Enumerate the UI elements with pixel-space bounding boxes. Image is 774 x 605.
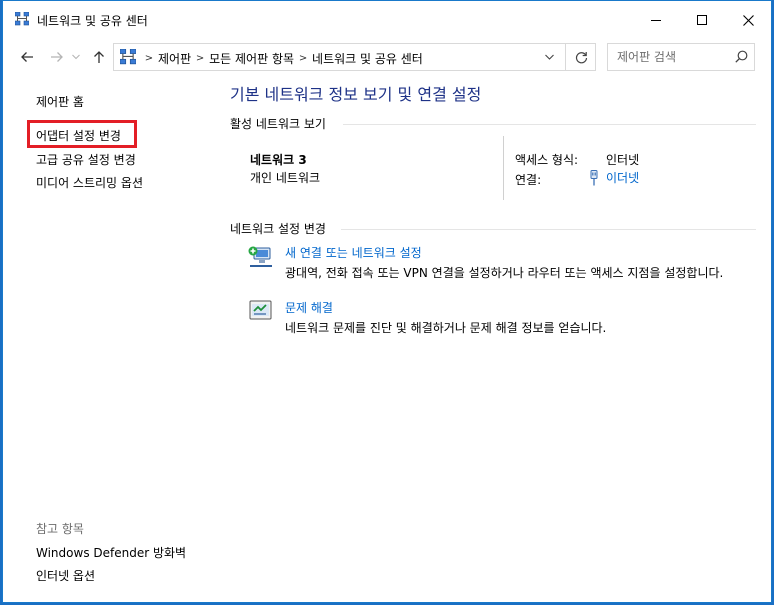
minimize-button[interactable] (633, 1, 679, 39)
close-icon (742, 14, 754, 26)
windows-defender-firewall-link[interactable]: Windows Defender 방화벽 (36, 544, 186, 561)
connections-label: 연결: (515, 173, 542, 187)
media-streaming-options-link[interactable]: 미디어 스트리밍 옵션 (36, 174, 143, 191)
ethernet-link-text[interactable]: 이더넷 (606, 169, 639, 186)
access-type-value: 인터넷 (606, 153, 640, 167)
breadcrumb-separator[interactable]: > (140, 53, 158, 64)
change-network-settings-heading: 네트워크 설정 변경 (230, 222, 326, 236)
setup-new-connection-description: 광대역, 전화 접속 또는 VPN 연결을 설정하거나 라우터 또는 액세스 지… (285, 266, 724, 280)
search-box[interactable] (607, 43, 755, 71)
minimize-icon (651, 20, 661, 21)
breadcrumb: > 제어판 > 모든 제어판 항목 > 네트워크 및 공유 센터 (140, 50, 423, 67)
network-name: 네트워크 3 (250, 153, 307, 167)
vertical-divider (503, 136, 504, 200)
setup-new-connection-link[interactable]: 새 연결 또는 네트워크 설정 (285, 244, 422, 261)
search-icon[interactable] (735, 50, 748, 66)
page-title: 기본 네트워크 정보 보기 및 연결 설정 (230, 85, 482, 104)
control-panel-window: 네트워크 및 공유 센터 > 제어판 > 모든 제어판 항목 > 네트워크 및 … (2, 0, 772, 603)
maximize-button[interactable] (679, 1, 725, 39)
maximize-icon (697, 15, 707, 25)
breadcrumb-separator[interactable]: > (191, 53, 209, 64)
arrow-right-icon (51, 52, 63, 62)
section-divider (343, 124, 756, 125)
breadcrumb-control-panel[interactable]: 제어판 (158, 50, 191, 67)
troubleshoot-problems-link[interactable]: 문제 해결 (285, 299, 333, 316)
breadcrumb-all-items[interactable]: 모든 제어판 항목 (209, 50, 294, 67)
breadcrumb-network-center[interactable]: 네트워크 및 공유 센터 (312, 50, 423, 67)
arrow-up-icon (94, 51, 104, 63)
search-input[interactable] (608, 44, 737, 70)
ethernet-icon (590, 169, 598, 185)
back-button[interactable] (15, 45, 39, 69)
close-button[interactable] (725, 1, 771, 39)
network-type-link[interactable]: 개인 네트워크 (250, 169, 320, 186)
change-adapter-settings-link[interactable]: 어댑터 설정 변경 (36, 127, 121, 144)
network-icon (119, 48, 137, 65)
section-divider (341, 229, 756, 230)
recent-locations-button[interactable] (69, 45, 83, 69)
internet-options-link[interactable]: 인터넷 옵션 (36, 567, 95, 584)
troubleshoot-problems-description: 네트워크 문제를 진단 및 해결하거나 문제 해결 정보를 얻습니다. (285, 321, 607, 335)
network-icon (14, 11, 30, 26)
chevron-down-icon (72, 54, 80, 60)
chevron-down-icon (544, 54, 554, 60)
breadcrumb-separator[interactable]: > (294, 53, 312, 64)
advanced-sharing-settings-link[interactable]: 고급 공유 설정 변경 (36, 151, 136, 168)
refresh-icon (575, 51, 587, 63)
arrow-left-icon (21, 52, 33, 62)
address-bar[interactable]: > 제어판 > 모든 제어판 항목 > 네트워크 및 공유 센터 (113, 43, 596, 71)
control-panel-home-link[interactable]: 제어판 홈 (36, 93, 84, 110)
troubleshoot-icon[interactable] (248, 298, 274, 324)
active-networks-heading: 활성 네트워크 보기 (230, 117, 326, 131)
ethernet-connection-link[interactable]: 이더넷 (589, 169, 639, 186)
access-type-label: 액세스 형식: (515, 153, 579, 167)
window-title: 네트워크 및 공유 센터 (37, 14, 148, 28)
forward-button[interactable] (45, 45, 69, 69)
refresh-button[interactable] (565, 44, 596, 70)
up-button[interactable] (87, 45, 111, 69)
title-bar[interactable]: 네트워크 및 공유 센터 (3, 1, 771, 39)
see-also-heading: 참고 항목 (36, 522, 84, 536)
new-connection-icon[interactable] (248, 244, 274, 270)
address-dropdown-button[interactable] (538, 44, 560, 70)
